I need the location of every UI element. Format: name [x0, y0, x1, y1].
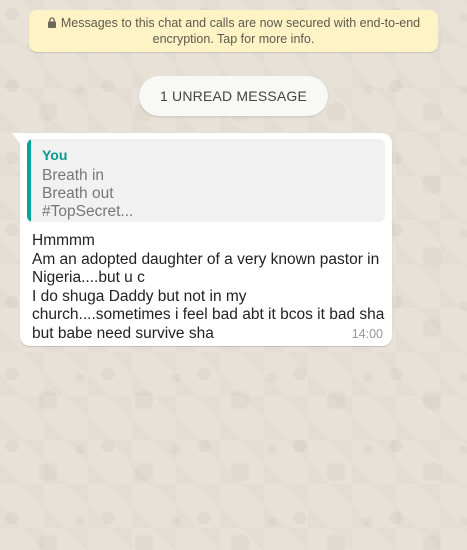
reply-quote-line: Breath in: [42, 167, 105, 184]
message-line: I do shuga Daddy but not in my: [32, 287, 247, 305]
reply-quote-accent-bar: [27, 139, 31, 222]
bubble-tail: [12, 133, 21, 145]
message-line: church....sometimes i feel bad abt it bc…: [32, 306, 385, 324]
encryption-notice-text-2: encryption. Tap for more info.: [152, 32, 315, 46]
message-line: Nigeria....but u c: [32, 269, 145, 287]
reply-quote-author: You: [42, 147, 68, 163]
message-line: Am an adopted daughter of a very known p…: [32, 250, 380, 268]
unread-messages-divider: 1 UNREAD MESSAGE: [139, 76, 328, 116]
reply-quote-text: Breath in Breath out #TopSecret...: [42, 167, 133, 221]
reply-quote-line: Breath out: [42, 185, 114, 202]
message-text: Hmmmm Am an adopted daughter of a very k…: [32, 232, 384, 344]
reply-quote-line: #TopSecret...: [42, 203, 134, 220]
incoming-message-bubble[interactable]: You Breath in Breath out #TopSecret... H…: [12, 133, 392, 346]
encryption-notice-text-1: Messages to this chat and calls are now …: [60, 16, 421, 30]
encryption-notice-line-1: Messages to this chat and calls are now …: [45, 15, 422, 31]
unread-messages-label: 1 UNREAD MESSAGE: [159, 88, 308, 104]
encryption-notice[interactable]: Messages to this chat and calls are now …: [29, 10, 438, 52]
lock-icon: [47, 17, 56, 28]
message-timestamp: 14:00: [351, 327, 383, 341]
reply-quote[interactable]: You Breath in Breath out #TopSecret...: [27, 139, 385, 222]
message-line: but babe need survive sha: [32, 324, 214, 342]
message-line: Hmmmm: [32, 232, 95, 249]
